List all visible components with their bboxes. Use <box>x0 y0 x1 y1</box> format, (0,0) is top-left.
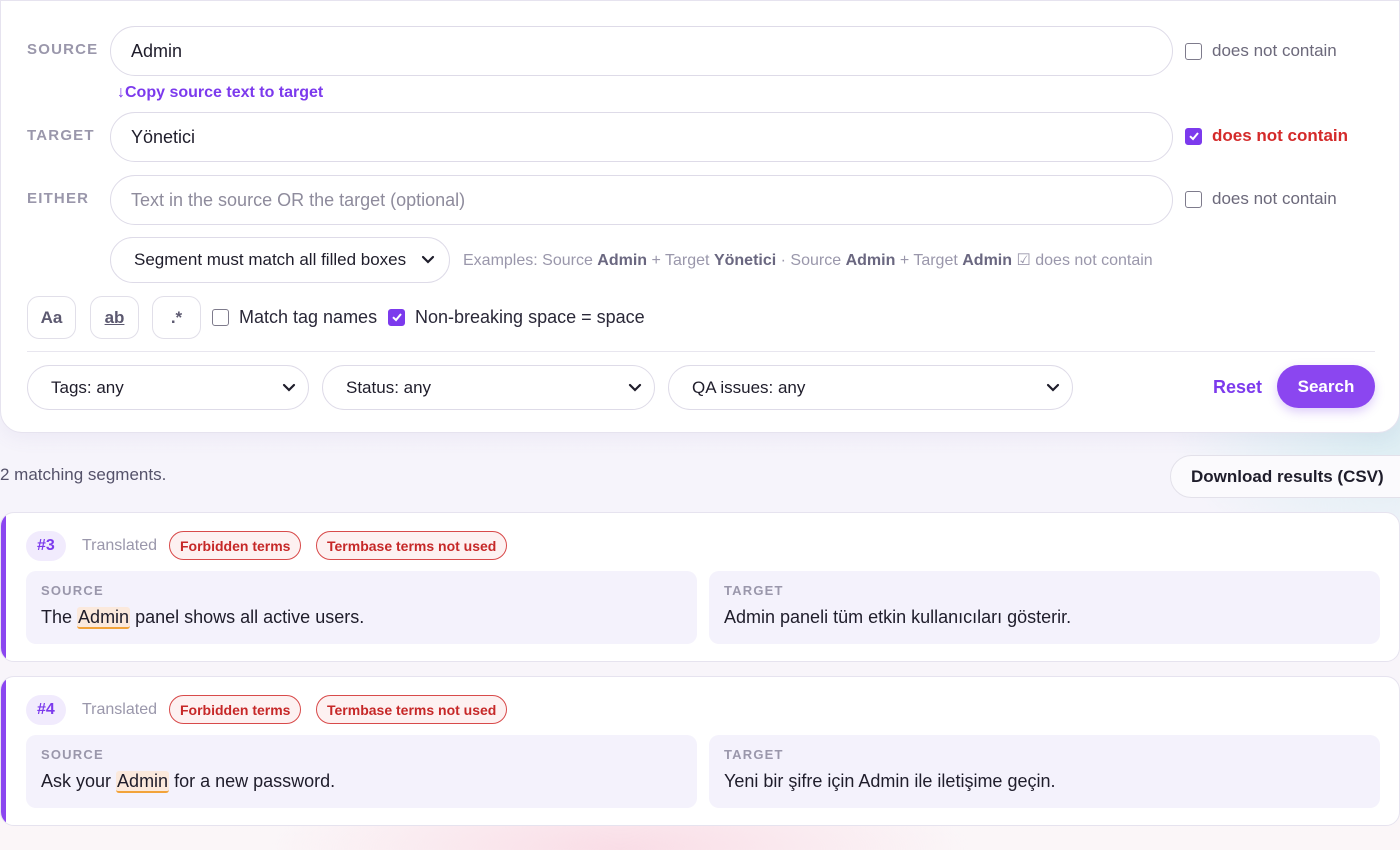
match-highlight: Admin <box>116 771 170 793</box>
qa-issues-filter-value: QA issues: any <box>692 377 806 397</box>
reset-link[interactable]: Reset <box>1213 377 1262 398</box>
nbsp-label: Non-breaking space = space <box>415 306 645 327</box>
target-pane: TARGET Yeni bir şifre için Admin ile ile… <box>709 735 1380 808</box>
target-text: Yeni bir şifre için Admin ile iletişime … <box>724 771 1056 791</box>
match-tag-names-checkbox[interactable] <box>212 308 229 326</box>
checkmark-icon <box>391 313 402 322</box>
match-tag-names-option[interactable]: Match tag names <box>212 306 377 328</box>
either-input[interactable] <box>110 175 1173 225</box>
whole-word-button[interactable]: ab <box>90 296 139 339</box>
match-case-button[interactable]: Aa <box>27 296 76 339</box>
segment-status: Translated <box>82 701 157 718</box>
forbidden-terms-badge: Forbidden terms <box>169 695 302 724</box>
source-text: Ask your Admin for a new password. <box>41 771 336 793</box>
chevron-down-icon <box>282 383 296 393</box>
target-does-not-contain-checkbox[interactable] <box>1185 127 1202 145</box>
search-panel: SOURCE does not contain ↓Copy source tex… <box>0 0 1400 433</box>
result-card[interactable]: #4 Translated Forbidden terms Termbase t… <box>0 676 1400 826</box>
source-does-not-contain-label: does not contain <box>1212 41 1337 60</box>
target-pane-label: TARGET <box>724 747 784 762</box>
segment-id[interactable]: #3 <box>26 531 66 561</box>
result-count: 2 matching segments. <box>0 465 167 484</box>
status-filter-value: Status: any <box>346 377 432 397</box>
nbsp-option[interactable]: Non-breaking space = space <box>388 306 645 328</box>
tags-filter-value: Tags: any <box>51 377 124 397</box>
chevron-down-icon <box>628 383 642 393</box>
match-tag-names-label: Match tag names <box>239 306 378 327</box>
match-mode-select[interactable]: Segment must match all filled boxes <box>110 237 450 283</box>
tags-filter-select[interactable]: Tags: any <box>27 365 309 410</box>
forbidden-terms-badge: Forbidden terms <box>169 531 302 560</box>
target-does-not-contain-label: does not contain <box>1212 126 1348 145</box>
termbase-not-used-badge: Termbase terms not used <box>316 695 508 724</box>
checkmark-icon <box>1188 132 1199 141</box>
target-text: Admin paneli tüm etkin kullanıcıları gös… <box>724 607 1072 627</box>
match-examples: Examples: Source Admin + Target Yönetici… <box>463 252 1153 269</box>
target-label: TARGET <box>27 127 95 144</box>
regex-button[interactable]: .* <box>152 296 201 339</box>
source-text: The Admin panel shows all active users. <box>41 607 365 629</box>
source-label: SOURCE <box>27 41 99 58</box>
source-input[interactable] <box>110 26 1173 76</box>
qa-issues-filter-select[interactable]: QA issues: any <box>668 365 1073 410</box>
download-csv-button[interactable]: Download results (CSV) <box>1170 455 1400 498</box>
target-pane-label: TARGET <box>724 583 784 598</box>
either-label: EITHER <box>27 190 90 207</box>
target-pane: TARGET Admin paneli tüm etkin kullanıcıl… <box>709 571 1380 644</box>
either-does-not-contain-label: does not contain <box>1212 189 1337 208</box>
chevron-down-icon <box>1046 383 1060 393</box>
result-card[interactable]: #3 Translated Forbidden terms Termbase t… <box>0 512 1400 662</box>
nbsp-checkbox[interactable] <box>388 308 405 326</box>
source-does-not-contain-toggle[interactable]: does not contain <box>1185 40 1337 62</box>
segment-id[interactable]: #4 <box>26 695 66 725</box>
search-button[interactable]: Search <box>1277 365 1375 408</box>
either-does-not-contain-checkbox[interactable] <box>1185 190 1202 208</box>
status-filter-select[interactable]: Status: any <box>322 365 655 410</box>
match-mode-value: Segment must match all filled boxes <box>134 250 407 269</box>
source-pane: SOURCE The Admin panel shows all active … <box>26 571 697 644</box>
chevron-down-icon <box>421 255 435 265</box>
divider <box>27 351 1375 352</box>
source-does-not-contain-checkbox[interactable] <box>1185 42 1202 60</box>
either-does-not-contain-toggle[interactable]: does not contain <box>1185 188 1337 210</box>
segment-status: Translated <box>82 537 157 554</box>
source-pane-label: SOURCE <box>41 747 104 762</box>
copy-source-to-target-link[interactable]: ↓Copy source text to target <box>117 84 323 102</box>
match-highlight: Admin <box>77 607 131 629</box>
source-pane-label: SOURCE <box>41 583 104 598</box>
target-input[interactable] <box>110 112 1173 162</box>
target-does-not-contain-toggle[interactable]: does not contain <box>1185 125 1348 147</box>
source-pane: SOURCE Ask your Admin for a new password… <box>26 735 697 808</box>
termbase-not-used-badge: Termbase terms not used <box>316 531 508 560</box>
